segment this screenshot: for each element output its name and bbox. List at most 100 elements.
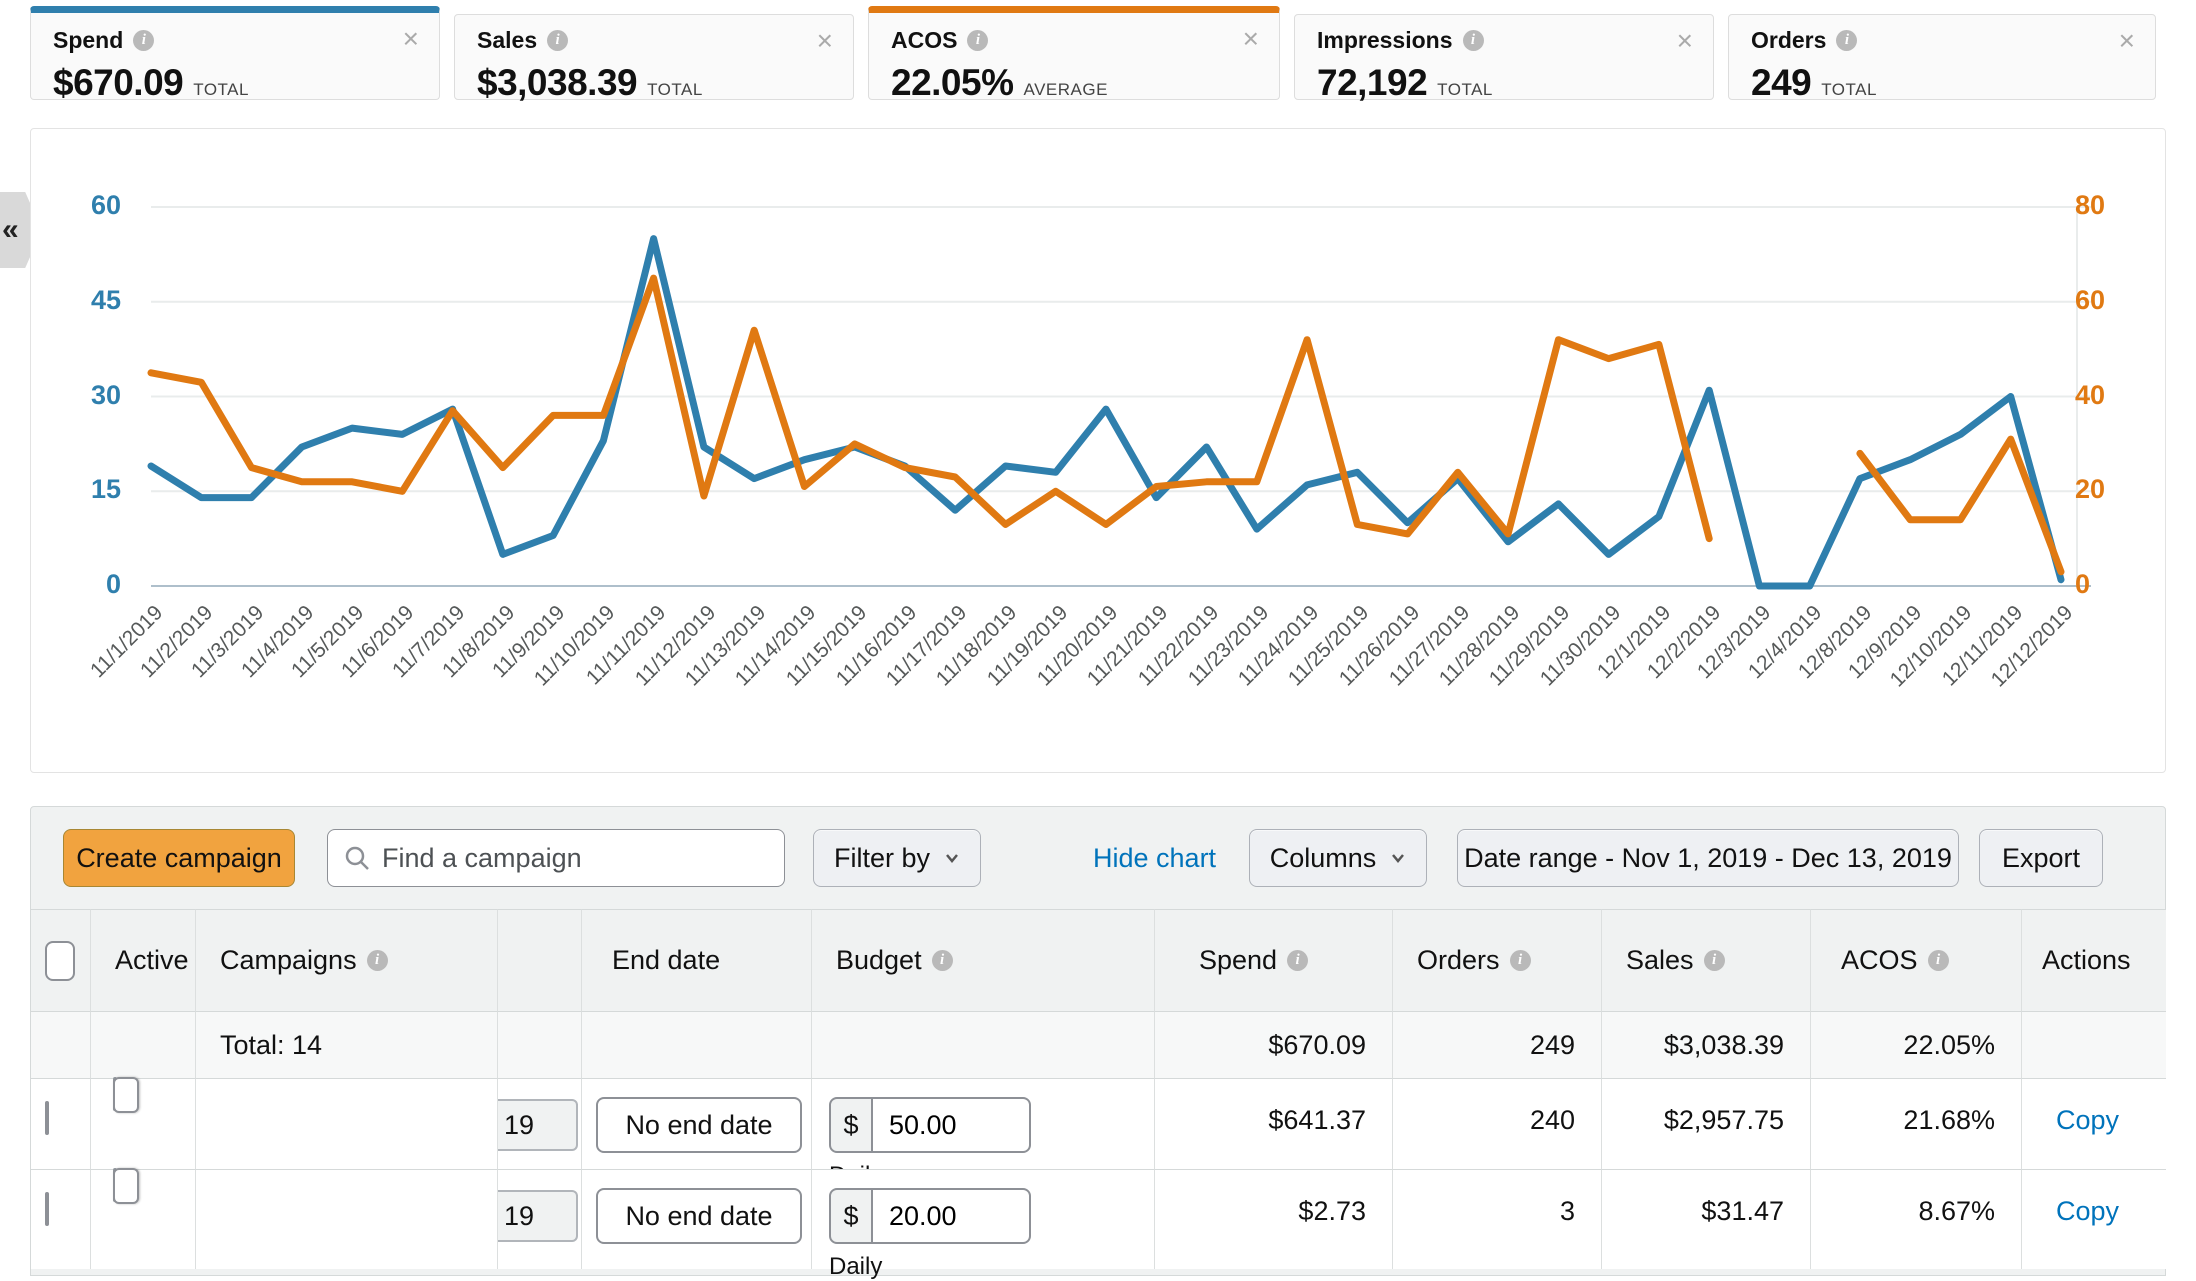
copy-link[interactable]: Copy <box>2022 1170 2166 1227</box>
card-suffix: TOTAL <box>647 80 703 100</box>
filter-by-dropdown[interactable]: Filter by <box>813 829 981 887</box>
row-sales: $2,957.75 <box>1602 1078 1811 1169</box>
close-icon[interactable]: × <box>1677 31 1693 51</box>
end-date-input[interactable]: No end date <box>596 1188 802 1244</box>
close-icon[interactable]: × <box>403 29 419 49</box>
info-icon[interactable]: i <box>1287 950 1308 971</box>
budget-input[interactable] <box>873 1097 1031 1153</box>
currency-prefix: $ <box>829 1097 873 1153</box>
spend-line-series <box>151 239 2061 586</box>
row-sales: $31.47 <box>1602 1169 1811 1269</box>
row-checkbox-cell <box>31 1169 91 1269</box>
header-start-date <box>498 909 582 1011</box>
metric-card-orders[interactable]: Orders i × 249 TOTAL <box>1728 14 2156 100</box>
info-icon[interactable]: i <box>1836 30 1857 51</box>
row-active-cell <box>91 1078 196 1169</box>
header-select-all-cell <box>31 909 91 1011</box>
header-campaigns-label: Campaigns <box>220 945 357 976</box>
left-axis-tick: 15 <box>51 474 121 505</box>
card-title-row: Spend i <box>53 27 417 54</box>
info-icon[interactable]: i <box>547 30 568 51</box>
header-budget-label: Budget <box>836 945 922 976</box>
card-value: $670.09 <box>53 62 183 104</box>
left-axis-tick: 30 <box>51 380 121 411</box>
header-budget: Budget i <box>812 909 1155 1011</box>
right-axis-tick: 40 <box>2075 380 2145 411</box>
metric-card-impressions[interactable]: Impressions i × 72,192 TOTAL <box>1294 14 1714 100</box>
chevron-down-icon <box>944 850 960 866</box>
end-date-input[interactable]: No end date <box>596 1097 802 1153</box>
header-sales[interactable]: Sales i <box>1602 909 1811 1011</box>
info-icon[interactable]: i <box>932 950 953 971</box>
start-date-cell: 19 <box>498 1169 582 1269</box>
campaign-row: 19 No end date $ Daily $641.37 240 $2,95… <box>31 1078 2165 1169</box>
metric-card-sales[interactable]: Sales i × $3,038.39 TOTAL <box>454 14 854 100</box>
end-date-cell: No end date <box>582 1169 812 1269</box>
totals-active-cell <box>91 1011 196 1078</box>
metric-cards-row: Spend i × $670.09 TOTAL Sales i × $3,038… <box>30 6 2168 100</box>
info-icon[interactable]: i <box>367 950 388 971</box>
row-acos: 8.67% <box>1811 1169 2022 1269</box>
info-icon[interactable]: i <box>1510 950 1531 971</box>
header-active: Active <box>91 909 196 1011</box>
copy-link[interactable]: Copy <box>2022 1079 2166 1136</box>
info-icon[interactable]: i <box>1463 30 1484 51</box>
start-date-input[interactable]: 19 <box>498 1099 578 1151</box>
header-end-date: End date <box>582 909 812 1011</box>
export-button[interactable]: Export <box>1979 829 2103 887</box>
start-date-input[interactable]: 19 <box>498 1190 578 1242</box>
budget-input[interactable] <box>873 1188 1031 1244</box>
info-icon[interactable]: i <box>133 30 154 51</box>
close-icon[interactable]: × <box>2119 31 2135 51</box>
header-spend-label: Spend <box>1199 945 1277 976</box>
date-range-button[interactable]: Date range - Nov 1, 2019 - Dec 13, 2019 <box>1457 829 1959 887</box>
campaign-name-cell[interactable] <box>196 1169 498 1269</box>
end-date-cell: No end date <box>582 1078 812 1169</box>
start-date-cell: 19 <box>498 1078 582 1169</box>
card-value: 72,192 <box>1317 62 1427 104</box>
campaign-name-cell[interactable] <box>196 1078 498 1169</box>
search-icon <box>344 845 370 871</box>
info-icon[interactable]: i <box>1928 950 1949 971</box>
row-checkbox[interactable] <box>45 1192 49 1226</box>
close-icon[interactable]: × <box>1243 29 1259 49</box>
info-icon[interactable]: i <box>1704 950 1725 971</box>
create-campaign-button[interactable]: Create campaign <box>63 829 295 887</box>
columns-label: Columns <box>1270 843 1377 874</box>
budget-cell: $ Daily <box>812 1078 1155 1169</box>
totals-end-date-cell <box>582 1011 812 1078</box>
hide-chart-link[interactable]: Hide chart <box>1093 843 1216 874</box>
totals-orders: 249 <box>1393 1011 1602 1078</box>
header-acos[interactable]: ACOS i <box>1811 909 2022 1011</box>
budget-cell: $ Daily <box>812 1169 1155 1269</box>
table-totals-row: Total: 14 $670.09 249 $3,038.39 22.05% <box>31 1011 2165 1078</box>
left-axis-tick: 45 <box>51 285 121 316</box>
currency-prefix: $ <box>829 1188 873 1244</box>
header-orders-label: Orders <box>1417 945 1500 976</box>
active-toggle[interactable] <box>113 1077 117 1111</box>
row-checkbox[interactable] <box>45 1101 49 1135</box>
header-acos-label: ACOS <box>1841 945 1918 976</box>
search-input[interactable] <box>382 843 768 874</box>
totals-budget-cell <box>812 1011 1155 1078</box>
header-orders[interactable]: Orders i <box>1393 909 1602 1011</box>
header-sales-label: Sales <box>1626 945 1694 976</box>
active-toggle[interactable] <box>113 1168 117 1202</box>
campaign-search-box[interactable] <box>327 829 785 887</box>
select-all-checkbox[interactable] <box>45 941 75 981</box>
header-campaigns[interactable]: Campaigns i <box>196 909 498 1011</box>
right-axis-tick: 80 <box>2075 190 2145 221</box>
card-title: ACOS <box>891 27 957 54</box>
totals-checkbox-cell <box>31 1011 91 1078</box>
columns-dropdown[interactable]: Columns <box>1249 829 1427 887</box>
close-icon[interactable]: × <box>817 31 833 51</box>
campaign-row: 19 No end date $ Daily $2.73 3 $31.47 8.… <box>31 1169 2165 1269</box>
card-title: Orders <box>1751 27 1826 54</box>
chevron-down-icon <box>1390 850 1406 866</box>
metric-card-spend[interactable]: Spend i × $670.09 TOTAL <box>30 6 440 100</box>
info-icon[interactable]: i <box>967 30 988 51</box>
metric-card-acos[interactable]: ACOS i × 22.05% AVERAGE <box>868 6 1280 100</box>
header-spend[interactable]: Spend i <box>1155 909 1393 1011</box>
performance-chart-panel: 00152030404560608011/1/201911/2/201911/3… <box>30 128 2166 773</box>
right-axis-tick: 20 <box>2075 474 2145 505</box>
